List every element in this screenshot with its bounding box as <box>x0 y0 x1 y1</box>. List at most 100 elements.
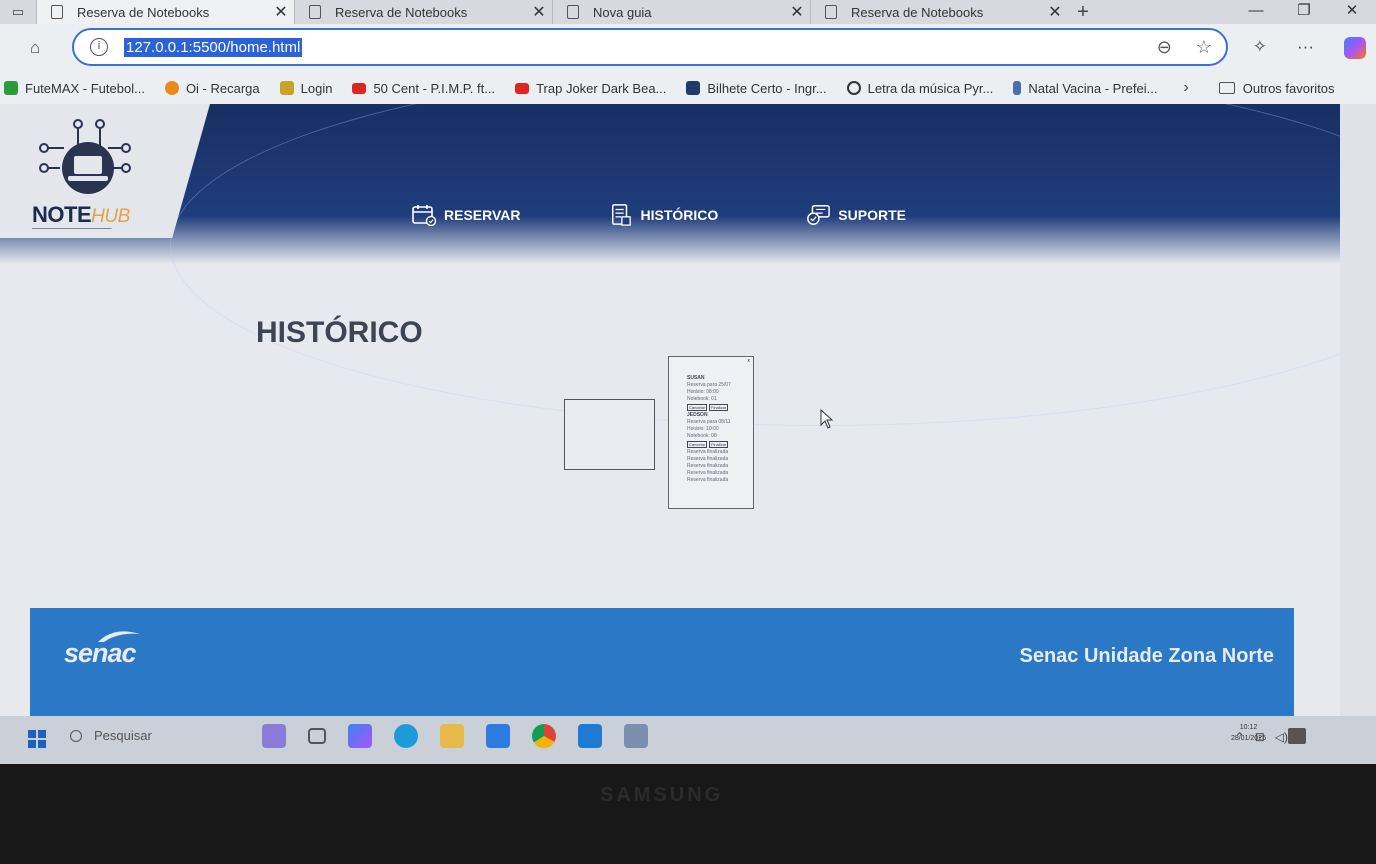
task-view-icon[interactable] <box>308 728 326 744</box>
restore-icon[interactable]: ❐ <box>1280 0 1328 22</box>
cancel-button[interactable]: Cancelar <box>687 441 708 448</box>
minimize-icon[interactable]: — <box>1232 0 1280 22</box>
tab-title: Reserva de Notebooks <box>335 4 468 20</box>
chrome-icon[interactable] <box>532 724 556 748</box>
favicon-icon <box>4 81 18 95</box>
favorite-label: Oi - Recarga <box>185 80 260 96</box>
info-icon[interactable]: i <box>90 38 108 56</box>
close-tab-icon[interactable]: ✕ <box>784 2 810 22</box>
favorite-link[interactable]: FuteMAX - Futebol... <box>4 81 145 96</box>
close-tab-icon[interactable]: ✕ <box>268 2 294 22</box>
finish-button[interactable]: Finalizar <box>709 441 729 448</box>
address-bar[interactable]: i 127.0.0.1:5500/home.html ⊖ ☆ <box>72 28 1228 66</box>
address-bar-icons: ⊖ ☆ <box>1157 37 1212 58</box>
page-icon <box>309 5 321 19</box>
history-line: Horário: 10:00 <box>687 426 719 432</box>
other-favorites-folder[interactable]: Outros favoritos <box>1218 81 1335 96</box>
history-actions: Cancelar Finalizar <box>687 441 747 448</box>
nav-reservar[interactable]: RESERVAR <box>412 204 521 226</box>
logo-accent-text: HUB <box>91 206 130 227</box>
new-tab-icon[interactable]: + <box>1068 1 1098 24</box>
cancel-button[interactable]: Cancelar <box>687 404 708 411</box>
edge-icon[interactable] <box>394 724 418 748</box>
favorite-link[interactable]: Letra da música Pyr... <box>846 80 994 96</box>
logo-wordmark: NOTEHUB <box>32 202 130 228</box>
close-icon[interactable]: x <box>748 358 751 365</box>
document-icon <box>611 204 631 226</box>
favorite-link[interactable]: Bilhete Certo - Ingr... <box>686 80 827 96</box>
history-line: Horário: 08:00 <box>687 389 719 395</box>
history-line: Reserva finalizada <box>687 456 729 462</box>
vaccine-icon <box>1013 81 1022 95</box>
widgets-icon[interactable] <box>262 724 286 748</box>
history-line: Reserva finalizada <box>687 463 729 469</box>
browser-toolbar: ⌂ i 127.0.0.1:5500/home.html ⊖ ☆ ✧ ··· <box>0 24 1376 72</box>
page-title: HISTÓRICO <box>256 316 423 349</box>
main-nav: RESERVAR HISTÓRICO SUPORTE <box>412 204 994 226</box>
close-window-icon[interactable]: ✕ <box>1328 0 1376 22</box>
youtube-icon <box>352 82 367 94</box>
site-footer: senac Senac Unidade Zona Norte <box>30 608 1294 716</box>
history-card: x SUSAN Reserva para 25/07 Horário: 08:0… <box>668 356 754 509</box>
notification-icon[interactable] <box>1288 728 1306 744</box>
history-line: Reserva para 08/11 <box>687 419 731 425</box>
browser-tab[interactable]: Reserva de Notebooks ✕ <box>294 0 552 24</box>
home-icon[interactable]: ⌂ <box>30 38 40 58</box>
favorite-link[interactable]: 50 Cent - P.I.M.P. ft... <box>352 81 495 96</box>
monitor-brand: SAMSUNG <box>600 784 724 806</box>
clock-date: 28/01/2025 <box>1230 735 1266 742</box>
favorite-star-icon[interactable]: ☆ <box>1196 37 1212 58</box>
vscode-icon[interactable] <box>578 724 602 748</box>
favicon-icon <box>846 81 861 95</box>
file-explorer-icon[interactable] <box>440 724 464 748</box>
favorite-link[interactable]: Trap Joker Dark Bea... <box>515 81 666 96</box>
favorite-label: Letra da música Pyr... <box>867 80 994 96</box>
app-icon[interactable] <box>624 724 648 748</box>
copilot-icon[interactable] <box>1344 37 1366 59</box>
taskbar-search[interactable]: Pesquisar <box>70 728 152 743</box>
mouse-cursor-icon <box>820 409 834 429</box>
history-line: Reserva para 25/07 <box>687 382 731 388</box>
favorites-more-icon[interactable]: › <box>1183 79 1188 97</box>
page-icon <box>567 5 579 19</box>
screen: ▭ Reserva de Notebooks ✕ Reserva de Note… <box>0 0 1376 764</box>
tab-title: Reserva de Notebooks <box>851 4 984 20</box>
volume-icon[interactable]: ◁) <box>1275 730 1288 744</box>
copilot-app-icon[interactable] <box>348 724 372 748</box>
tab-strip: ▭ Reserva de Notebooks ✕ Reserva de Note… <box>0 0 1376 24</box>
close-tab-icon[interactable]: ✕ <box>526 2 552 22</box>
youtube-icon <box>515 82 530 94</box>
window-menu-icon[interactable]: ▭ <box>0 0 36 24</box>
browser-tab[interactable]: Reserva de Notebooks ✕ <box>36 0 294 24</box>
favicon-icon <box>164 81 179 95</box>
url-text[interactable]: 127.0.0.1:5500/home.html <box>124 37 303 57</box>
nav-label: HISTÓRICO <box>640 207 719 223</box>
browser-tab[interactable]: Nova guia ✕ <box>552 0 810 24</box>
favorite-label: Bilhete Certo - Ingr... <box>707 80 827 96</box>
favorite-label: Natal Vacina - Prefei... <box>1028 80 1158 96</box>
logo-main-text: NOTE <box>32 202 92 227</box>
tab-title: Nova guia <box>593 4 652 20</box>
history-line: Notebook: 01 <box>687 396 717 402</box>
favorite-link[interactable]: Oi - Recarga <box>164 80 260 96</box>
browser-tab[interactable]: Reserva de Notebooks ✕ <box>810 0 1068 24</box>
history-line: Notebook: 08 <box>687 433 717 439</box>
folder-icon <box>1218 82 1235 94</box>
nav-suporte[interactable]: SUPORTE <box>806 204 906 226</box>
finish-button[interactable]: Finalizar <box>709 404 729 411</box>
close-tab-icon[interactable]: ✕ <box>1042 2 1068 22</box>
extensions-icon[interactable]: ✧ <box>1253 37 1267 59</box>
favorite-link[interactable]: Login <box>279 80 333 96</box>
favorite-link[interactable]: Natal Vacina - Prefei... <box>1013 81 1157 96</box>
nav-label: RESERVAR <box>444 207 521 223</box>
store-icon[interactable] <box>486 724 510 748</box>
favorite-label: Login <box>300 80 333 96</box>
more-menu-icon[interactable]: ··· <box>1297 37 1314 59</box>
favorite-label: Trap Joker Dark Bea... <box>536 80 667 96</box>
windows-start-icon[interactable] <box>28 730 46 748</box>
monitor-bezel: SAMSUNG <box>0 764 1376 864</box>
nav-historico[interactable]: HISTÓRICO <box>609 204 719 226</box>
taskbar-clock[interactable]: 10:12 28/01/2025 <box>1231 722 1266 744</box>
zoom-icon[interactable]: ⊖ <box>1157 37 1172 58</box>
history-actions: Cancelar Finalizar <box>687 404 747 411</box>
